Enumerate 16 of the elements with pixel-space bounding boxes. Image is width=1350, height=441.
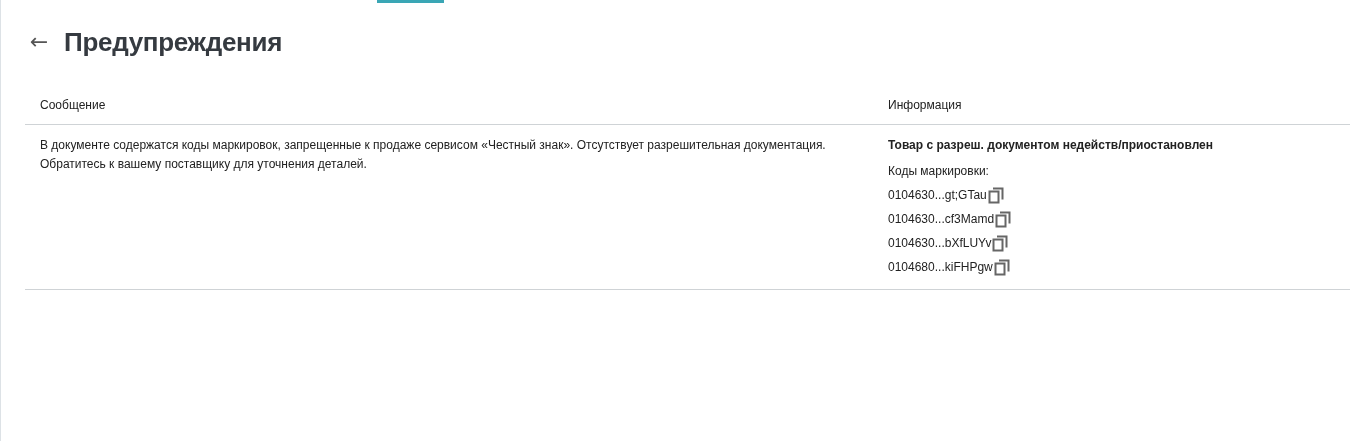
- marking-code: 0104630...gt;GTau: [888, 187, 987, 204]
- marking-code: 0104630...cf3Mamd: [888, 211, 995, 228]
- column-header: Информация: [887, 97, 963, 114]
- column-header: Сообщение: [39, 97, 107, 114]
- copy-icon[interactable]: [995, 211, 1012, 228]
- info-title: Товар с разреш. документом недейств/приостановлен: [888, 137, 1214, 154]
- message-cell-text: В документе содержатся коды маркировок, запрещенные к продаже сервисом «Честный знак». Отсутствует разрешительная документация. Обратитесь к вашему поставщику для уточнения деталей.: [39, 137, 827, 173]
- copy-icon[interactable]: [992, 235, 1009, 252]
- active-tab-indicator: [377, 0, 444, 3]
- marking-code: 0104630...bXfLUYv: [888, 235, 992, 252]
- codes-label: Коды маркировки:: [888, 163, 990, 180]
- copy-icon[interactable]: [987, 187, 1004, 204]
- back-button[interactable]: ←: [27, 31, 51, 53]
- marking-code: 0104680...kiFHPgw: [888, 259, 993, 276]
- page-title: Предупреждения: [64, 26, 283, 58]
- copy-icon[interactable]: [993, 259, 1010, 276]
